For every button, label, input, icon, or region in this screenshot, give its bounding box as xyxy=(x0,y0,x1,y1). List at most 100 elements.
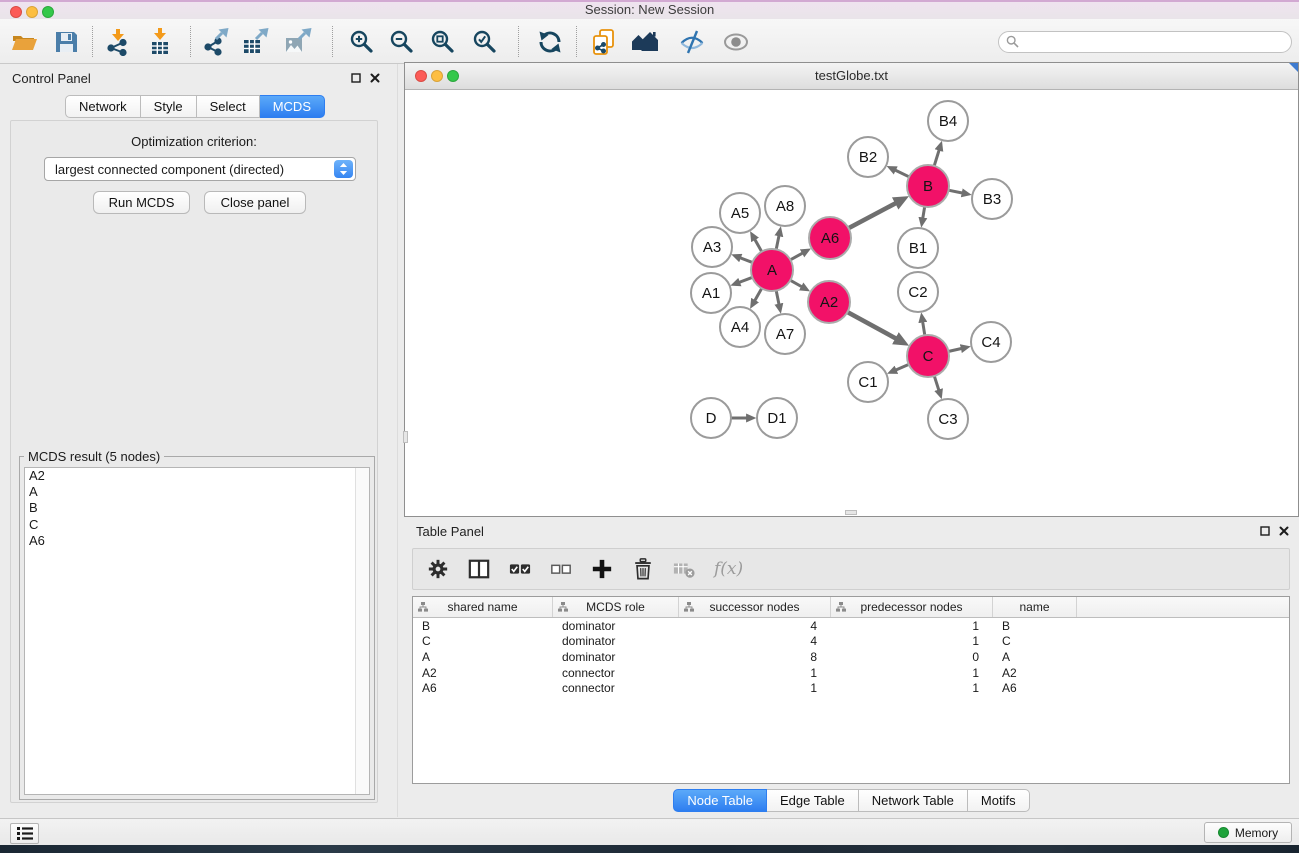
zoom-in-icon[interactable] xyxy=(348,28,376,56)
bottom-grip[interactable] xyxy=(845,510,857,515)
table-cell[interactable]: A6 xyxy=(413,681,553,695)
table-row[interactable]: A6connector11A6 xyxy=(413,680,1289,696)
mcds-result-item[interactable]: A6 xyxy=(25,533,369,549)
graph-node-A7[interactable]: A7 xyxy=(765,314,805,354)
search-input[interactable] xyxy=(998,31,1292,53)
mcds-result-item[interactable]: B xyxy=(25,500,369,516)
settings-gear-icon[interactable] xyxy=(427,558,449,580)
table-cell[interactable]: 1 xyxy=(831,619,993,633)
graph-node-C2[interactable]: C2 xyxy=(898,272,938,312)
tab-mcds[interactable]: MCDS xyxy=(260,95,325,118)
table-cell[interactable]: A2 xyxy=(413,666,553,680)
close-panel-icon[interactable] xyxy=(370,73,380,83)
table-tab-motifs[interactable]: Motifs xyxy=(968,789,1030,812)
table-tab-node-table[interactable]: Node Table xyxy=(673,789,767,812)
zoom-window-button[interactable] xyxy=(42,6,54,18)
close-window-button[interactable] xyxy=(10,6,22,18)
export-image-icon[interactable] xyxy=(284,28,312,56)
task-history-button[interactable] xyxy=(10,823,39,844)
criterion-dropdown[interactable]: largest connected component (directed) xyxy=(44,157,356,181)
graph-edge-A2-C[interactable] xyxy=(846,311,897,339)
minimize-window-button[interactable] xyxy=(26,6,38,18)
network-zoom-button[interactable] xyxy=(447,70,459,82)
float-table-panel-icon[interactable] xyxy=(1260,526,1270,536)
table-tab-network-table[interactable]: Network Table xyxy=(859,789,968,812)
close-table-panel-icon[interactable] xyxy=(1279,526,1289,536)
column-header-shared-name[interactable]: shared name xyxy=(413,597,553,617)
column-header-name[interactable]: name xyxy=(993,597,1077,617)
table-cell[interactable]: 8 xyxy=(679,650,831,664)
graph-node-A6[interactable]: A6 xyxy=(809,217,851,259)
table-row[interactable]: Adominator80A xyxy=(413,649,1289,665)
graph-node-D[interactable]: D xyxy=(691,398,731,438)
copy-network-icon[interactable] xyxy=(590,28,618,56)
network-window-titlebar[interactable]: testGlobe.txt xyxy=(405,63,1298,90)
table-row[interactable]: A2connector11A2 xyxy=(413,665,1289,681)
export-table-icon[interactable] xyxy=(242,28,270,56)
graph-node-C[interactable]: C xyxy=(907,335,949,377)
graph-node-B4[interactable]: B4 xyxy=(928,101,968,141)
graph-node-B2[interactable]: B2 xyxy=(848,137,888,177)
import-table-icon[interactable] xyxy=(146,28,174,56)
table-cell[interactable]: C xyxy=(413,634,553,648)
graph-node-A3[interactable]: A3 xyxy=(692,227,732,267)
network-canvas[interactable]: B4B2BB3A8A5A6B1A3AC2A1A2A4A7C4CC1C3DD1 xyxy=(405,90,1298,516)
table-row[interactable]: Bdominator41B xyxy=(413,618,1289,634)
run-mcds-button[interactable]: Run MCDS xyxy=(93,191,190,214)
window-resize-corner-icon[interactable] xyxy=(1289,63,1298,72)
home-icon[interactable] xyxy=(630,28,658,56)
graph-node-A[interactable]: A xyxy=(751,249,793,291)
mcds-result-list[interactable]: A2ABCA6 xyxy=(24,467,370,795)
graph-node-A5[interactable]: A5 xyxy=(720,193,760,233)
float-panel-icon[interactable] xyxy=(351,73,361,83)
graph-node-C1[interactable]: C1 xyxy=(848,362,888,402)
mcds-result-item[interactable]: A2 xyxy=(25,468,369,484)
graph-node-A8[interactable]: A8 xyxy=(765,186,805,226)
table-cell[interactable]: C xyxy=(993,634,1077,648)
tab-style[interactable]: Style xyxy=(141,95,197,118)
table-cell[interactable]: dominator xyxy=(553,634,679,648)
column-header-MCDS-role[interactable]: MCDS role xyxy=(553,597,679,617)
zoom-fit-icon[interactable] xyxy=(429,28,457,56)
table-cell[interactable]: 4 xyxy=(679,634,831,648)
zoom-selected-icon[interactable] xyxy=(471,28,499,56)
select-all-rows-icon[interactable] xyxy=(509,558,531,580)
table-cell[interactable]: 1 xyxy=(679,666,831,680)
table-cell[interactable]: B xyxy=(413,619,553,633)
table-cell[interactable]: connector xyxy=(553,681,679,695)
table-cell[interactable]: B xyxy=(993,619,1077,633)
left-grip[interactable] xyxy=(403,431,408,443)
mcds-result-item[interactable]: C xyxy=(25,517,369,533)
graph-node-A4[interactable]: A4 xyxy=(720,307,760,347)
tab-select[interactable]: Select xyxy=(197,95,260,118)
graph-node-A2[interactable]: A2 xyxy=(808,281,850,323)
table-cell[interactable]: dominator xyxy=(553,650,679,664)
import-network-icon[interactable] xyxy=(104,28,132,56)
table-cell[interactable]: 0 xyxy=(831,650,993,664)
table-cell[interactable]: A xyxy=(413,650,553,664)
graph-node-C3[interactable]: C3 xyxy=(928,399,968,439)
table-cell[interactable]: dominator xyxy=(553,619,679,633)
table-tab-edge-table[interactable]: Edge Table xyxy=(767,789,859,812)
column-selector-icon[interactable] xyxy=(468,558,490,580)
graph-node-C4[interactable]: C4 xyxy=(971,322,1011,362)
add-row-icon[interactable] xyxy=(591,558,613,580)
table-cell[interactable]: 1 xyxy=(679,681,831,695)
table-cell[interactable]: A6 xyxy=(993,681,1077,695)
export-network-icon[interactable] xyxy=(202,28,230,56)
graph-edge-A6-B[interactable] xyxy=(847,203,897,230)
table-row[interactable]: Cdominator41C xyxy=(413,634,1289,650)
zoom-out-icon[interactable] xyxy=(388,28,416,56)
save-session-icon[interactable] xyxy=(52,28,80,56)
table-cell[interactable]: 1 xyxy=(831,666,993,680)
network-minimize-button[interactable] xyxy=(431,70,443,82)
tab-network[interactable]: Network xyxy=(65,95,141,118)
close-panel-button[interactable]: Close panel xyxy=(204,191,306,214)
graph-node-B1[interactable]: B1 xyxy=(898,228,938,268)
refresh-layout-icon[interactable] xyxy=(536,28,564,56)
deselect-all-rows-icon[interactable] xyxy=(550,558,572,580)
graph-node-B[interactable]: B xyxy=(907,165,949,207)
table-cell[interactable]: 1 xyxy=(831,634,993,648)
table-cell[interactable]: A2 xyxy=(993,666,1077,680)
memory-button[interactable]: Memory xyxy=(1204,822,1292,843)
